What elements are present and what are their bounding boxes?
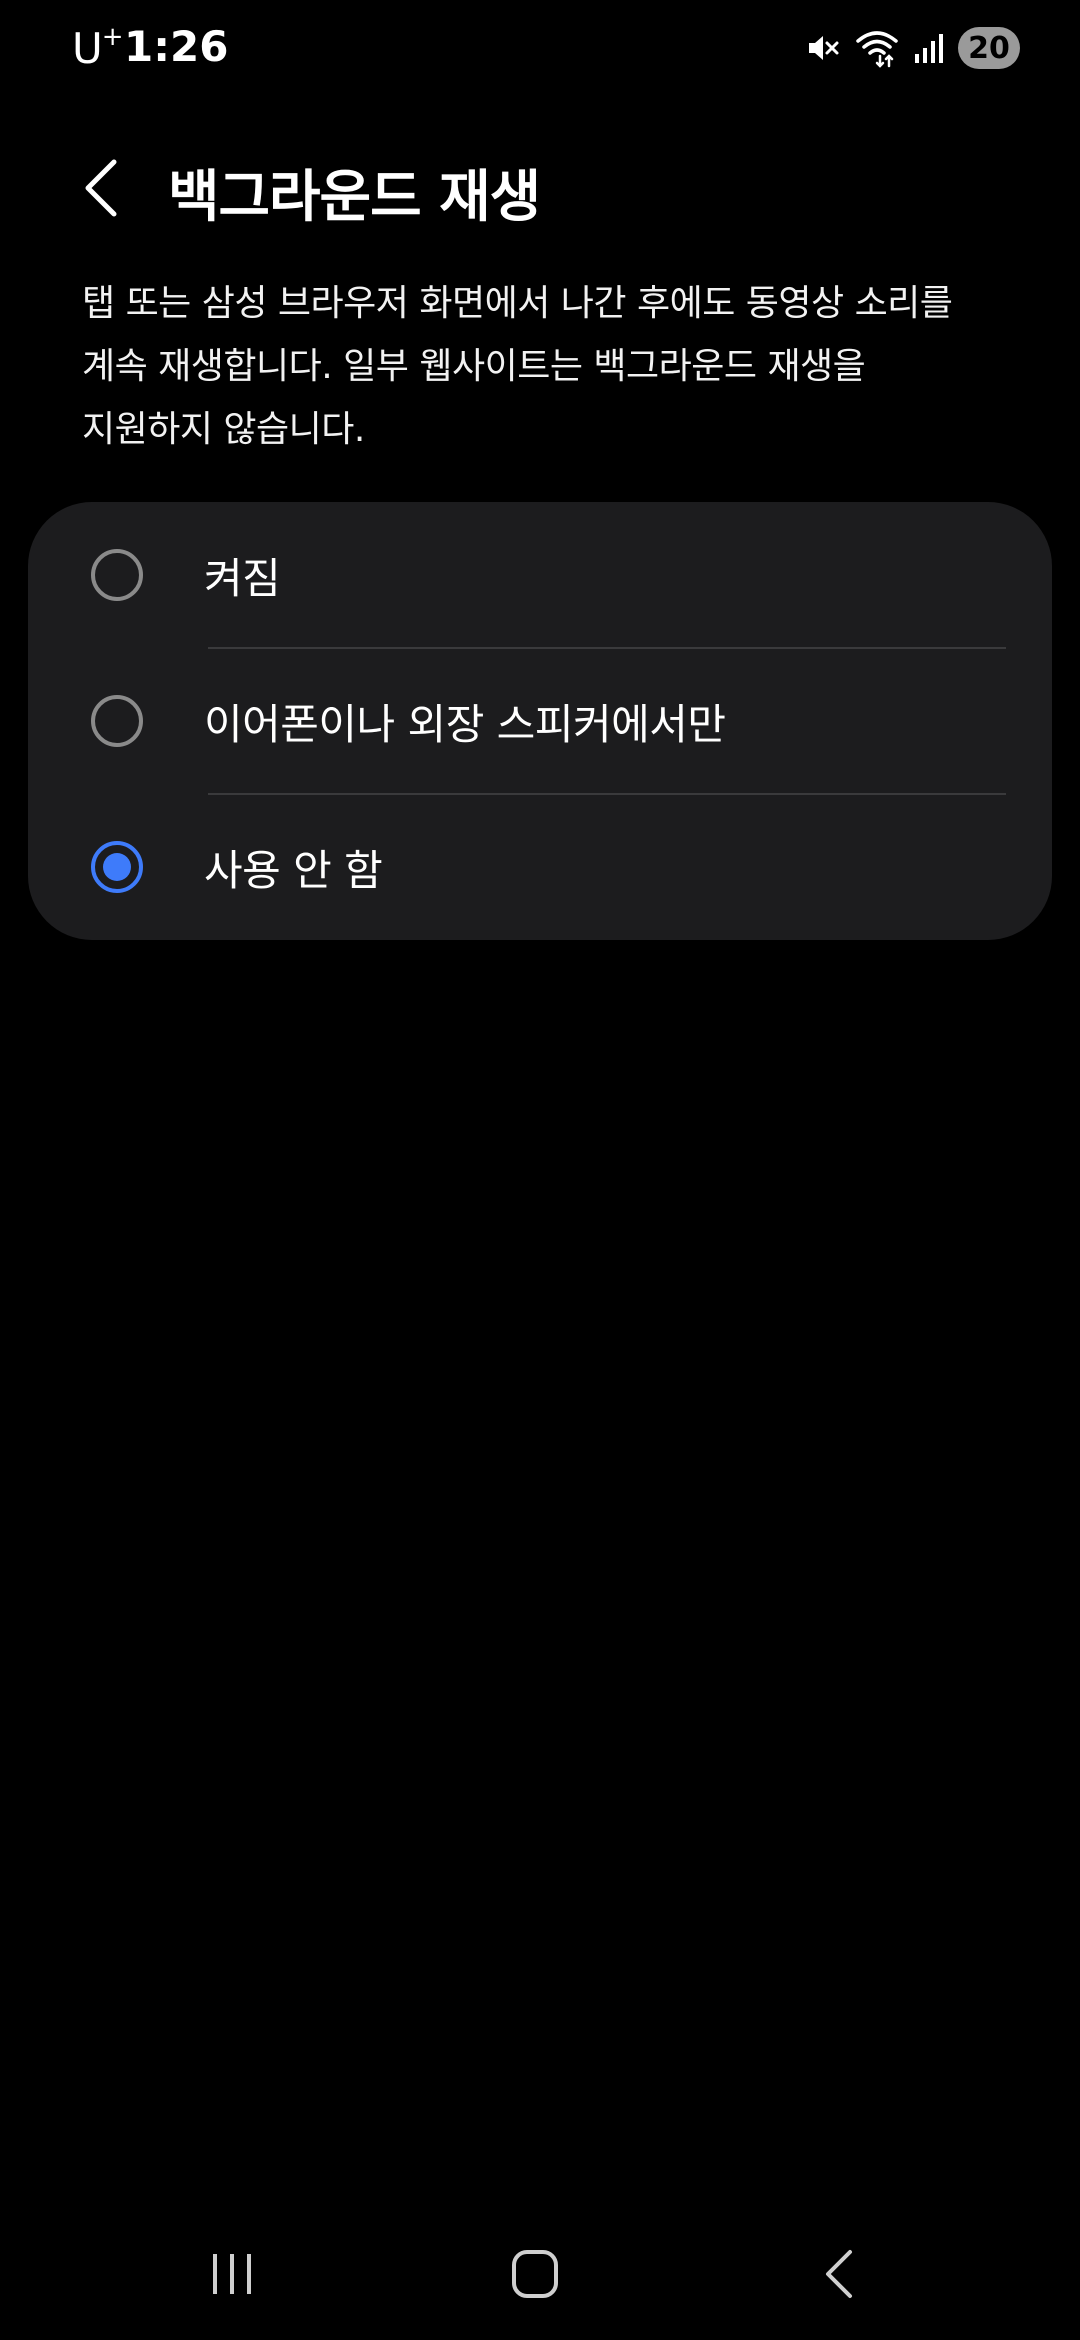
wifi-icon [854, 28, 900, 68]
page-title: 백그라운드 재생 [168, 165, 541, 230]
header: 백그라운드 재생 [0, 140, 1080, 240]
signal-icon [914, 32, 944, 64]
chevron-left-icon [82, 158, 122, 222]
battery-icon: 20 [958, 27, 1020, 69]
home-icon [510, 2248, 560, 2304]
option-off[interactable]: 사용 안 함 [28, 794, 1052, 940]
nav-back-button[interactable] [800, 2240, 880, 2312]
status-bar: U+ 1:26 20 [0, 0, 1080, 96]
option-label: 사용 안 함 [204, 845, 383, 895]
radio-button-selected[interactable] [91, 841, 143, 893]
status-icons: 20 [806, 26, 1020, 70]
option-label: 켜짐 [204, 553, 281, 603]
recents-icon [207, 2250, 257, 2302]
option-label: 이어폰이나 외장 스피커에서만 [204, 699, 726, 749]
description-line: 탭 또는 삼성 브라우저 화면에서 나간 후에도 동영상 소리를 [82, 283, 953, 324]
options-card: 켜짐 이어폰이나 외장 스피커에서만 사용 안 함 [28, 502, 1052, 940]
mute-icon [806, 31, 840, 65]
description-line: 지원하지 않습니다. [82, 409, 365, 450]
home-button[interactable] [495, 2240, 575, 2312]
radio-button[interactable] [91, 549, 143, 601]
option-on[interactable]: 켜짐 [28, 502, 1052, 648]
navigation-bar [0, 2220, 1080, 2340]
status-time: 1:26 [124, 22, 229, 71]
description: 탭 또는 삼성 브라우저 화면에서 나간 후에도 동영상 소리를 계속 재생합니… [82, 272, 1012, 461]
carrier-label: U+ [72, 22, 124, 73]
radio-button[interactable] [91, 695, 143, 747]
back-button[interactable] [70, 158, 134, 222]
back-icon [820, 2248, 860, 2304]
recents-button[interactable] [192, 2240, 272, 2312]
option-earphones-only[interactable]: 이어폰이나 외장 스피커에서만 [28, 648, 1052, 794]
description-line: 계속 재생합니다. 일부 웹사이트는 백그라운드 재생을 [82, 346, 866, 387]
